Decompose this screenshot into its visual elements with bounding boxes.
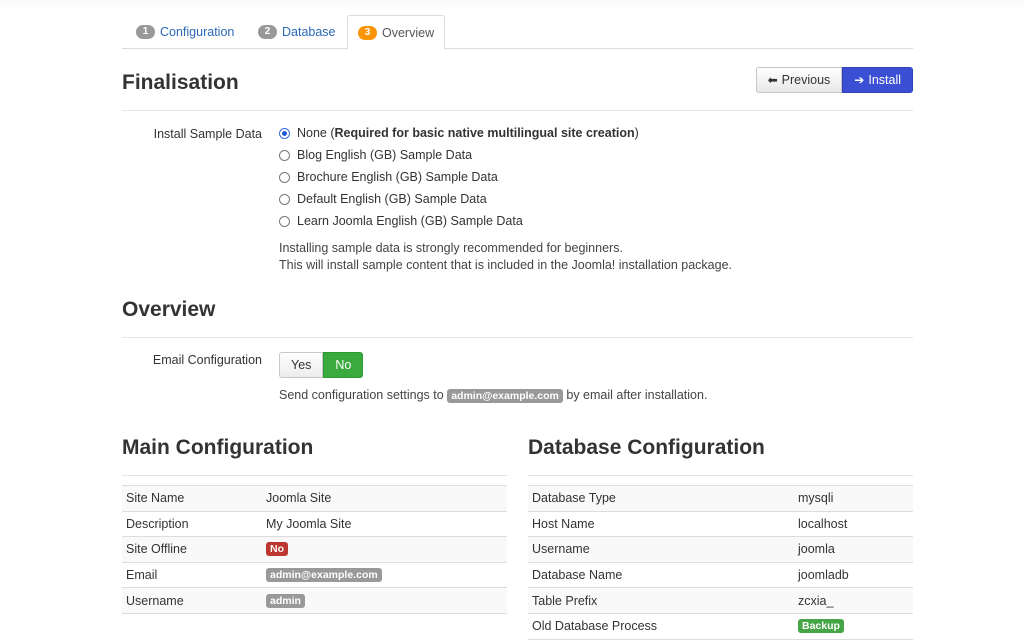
row-key: Description — [126, 516, 189, 531]
email-help: Send configuration settings to admin@exa… — [279, 387, 707, 404]
row-key: Database Name — [532, 568, 623, 583]
tab-number-badge: 1 — [136, 25, 155, 39]
row-value: zcxia_ — [798, 593, 834, 608]
table-row: Username admin — [122, 588, 507, 614]
nav-button-group: ⬅ Previous ➔ Install — [755, 67, 913, 93]
radio-label-bold: Required for basic native multilingual s… — [334, 126, 635, 140]
email-configuration-label: Email Configuration — [152, 353, 262, 367]
value-badge: admin@example.com — [266, 568, 382, 583]
divider — [528, 475, 913, 476]
divider — [122, 337, 913, 338]
radio-sample-none[interactable]: None (Required for basic native multilin… — [279, 122, 639, 144]
row-value: localhost — [798, 516, 848, 531]
email-configuration-toggle: Yes No — [279, 352, 364, 378]
radio-button[interactable] — [279, 193, 290, 205]
database-configuration-heading: Database Configuration — [528, 436, 765, 459]
row-value: My Joomla Site — [266, 516, 352, 531]
radio-label: Brochure English (GB) Sample Data — [297, 170, 498, 184]
install-sample-data-label: Install Sample Data — [153, 127, 262, 141]
row-key: Username — [532, 542, 590, 557]
install-button[interactable]: ➔ Install — [842, 67, 913, 93]
database-configuration-table: Database Type mysqli Host Name localhost Use… — [528, 485, 913, 640]
radio-label: None ( — [297, 126, 335, 140]
radio-label: Learn Joomla English (GB) Sample Data — [297, 214, 523, 228]
sample-data-help: Installing sample data is strongly recom… — [279, 240, 732, 274]
table-row: Username joomla — [528, 537, 913, 563]
radio-label-suffix: ) — [634, 126, 639, 140]
top-gradient-bar — [0, 0, 1024, 10]
divider — [122, 110, 913, 111]
table-row: Old Database Process Backup — [528, 614, 913, 640]
email-yes-button[interactable]: Yes — [279, 352, 324, 378]
radio-label: Blog English (GB) Sample Data — [297, 148, 473, 162]
sample-data-radio-group: None (Required for basic native multilin… — [279, 122, 639, 232]
tab-configuration[interactable]: 1 Configuration — [126, 15, 244, 49]
finalisation-heading: Finalisation — [122, 71, 239, 94]
radio-sample-brochure[interactable]: Brochure English (GB) Sample Data — [279, 166, 639, 188]
table-row: Table Prefix zcxia_ — [528, 588, 913, 614]
email-help-suffix: by email after installation. — [566, 388, 708, 402]
table-row: Database Type mysqli — [528, 486, 913, 512]
email-help-prefix: Send configuration settings to — [279, 388, 444, 402]
row-value: mysqli — [798, 491, 834, 506]
radio-sample-default[interactable]: Default English (GB) Sample Data — [279, 188, 639, 210]
table-row: Host Name localhost — [528, 512, 913, 538]
tab-number-badge: 3 — [358, 25, 377, 40]
status-badge: No — [266, 542, 288, 557]
installer-tabs: 1 Configuration 2 Database 3 Overview — [122, 15, 913, 50]
main-configuration-table: Site Name Joomla Site Description My Joomla… — [122, 485, 507, 614]
radio-label: Default English (GB) Sample Data — [297, 192, 487, 206]
table-row: Site Offline No — [122, 537, 507, 563]
radio-button[interactable] — [279, 171, 290, 183]
row-key: Email — [126, 568, 158, 583]
arrow-left-icon: ⬅ — [767, 73, 778, 87]
main-configuration-heading: Main Configuration — [122, 436, 314, 459]
radio-button[interactable] — [279, 149, 290, 161]
row-value: joomla — [798, 542, 835, 557]
tab-label: Overview — [382, 25, 435, 40]
tab-overview[interactable]: 3 Overview — [347, 15, 446, 50]
tab-label: Database — [282, 25, 336, 39]
tab-label: Configuration — [160, 25, 235, 39]
row-key: Table Prefix — [532, 593, 598, 608]
radio-button[interactable] — [279, 215, 290, 227]
table-row: Email admin@example.com — [122, 563, 507, 589]
radio-button-checked[interactable] — [279, 127, 290, 139]
table-row: Database Name joomladb — [528, 563, 913, 589]
tab-number-badge: 2 — [258, 25, 277, 39]
row-value: joomladb — [798, 568, 849, 583]
status-badge: Backup — [798, 619, 844, 634]
previous-label: Previous — [781, 73, 831, 87]
email-no-button[interactable]: No — [323, 352, 364, 378]
value-badge: admin — [266, 593, 305, 608]
table-row: Site Name Joomla Site — [122, 486, 507, 512]
row-key: Site Offline — [126, 542, 187, 557]
row-key: Username — [126, 593, 184, 608]
overview-heading: Overview — [122, 298, 216, 321]
help-text-line: This will install sample content that is… — [279, 258, 733, 272]
email-badge: admin@example.com — [447, 389, 563, 403]
radio-sample-learn[interactable]: Learn Joomla English (GB) Sample Data — [279, 210, 639, 232]
row-key: Host Name — [532, 516, 595, 531]
previous-button[interactable]: ⬅ Previous — [755, 67, 843, 93]
arrow-right-icon: ➔ — [854, 73, 865, 87]
row-key: Database Type — [532, 491, 616, 506]
tab-database[interactable]: 2 Database — [248, 15, 346, 49]
install-label: Install — [868, 73, 901, 87]
help-text-line: Installing sample data is strongly recom… — [279, 241, 623, 255]
row-key: Site Name — [126, 491, 185, 506]
row-value: Joomla Site — [266, 491, 332, 506]
table-row: Description My Joomla Site — [122, 512, 507, 538]
radio-sample-blog[interactable]: Blog English (GB) Sample Data — [279, 144, 639, 166]
divider — [122, 475, 507, 476]
row-key: Old Database Process — [532, 619, 658, 634]
